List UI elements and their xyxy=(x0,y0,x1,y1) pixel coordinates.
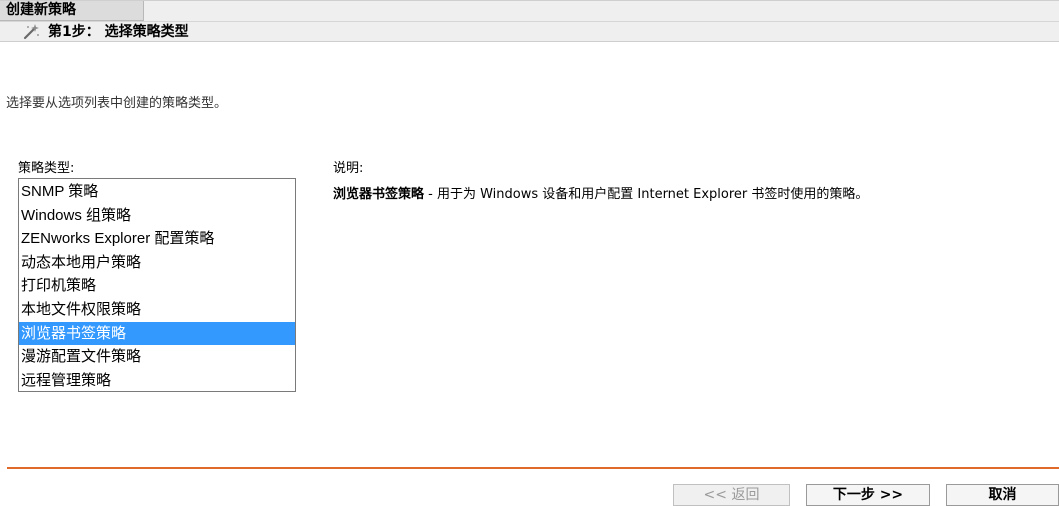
list-item[interactable]: Windows 组策略 xyxy=(19,204,295,228)
wizard-tab: 创建新策略 xyxy=(0,1,144,21)
step-row: 第1步： 选择策略类型 xyxy=(0,21,1059,42)
description-body: - 用于为 Windows 设备和用户配置 Internet Explorer … xyxy=(424,187,869,202)
list-item[interactable]: 远程管理策略 xyxy=(19,369,295,393)
footer-divider xyxy=(7,467,1059,469)
policy-type-listbox[interactable]: SNMP 策略 Windows 组策略 ZENworks Explorer 配置… xyxy=(18,178,296,392)
list-item[interactable]: 打印机策略 xyxy=(19,274,295,298)
next-button[interactable]: 下一步 >> xyxy=(806,484,930,506)
description-text: 浏览器书签策略 - 用于为 Windows 设备和用户配置 Internet E… xyxy=(333,183,1059,207)
wizard-header: 创建新策略 第1步： 选择策略类型 xyxy=(0,0,1059,42)
description-label: 说明: xyxy=(333,161,364,176)
list-item[interactable]: 本地文件权限策略 xyxy=(19,298,295,322)
step-title: 第1步： 选择策略类型 xyxy=(48,24,189,40)
list-item[interactable]: ZENworks Explorer 配置策略 xyxy=(19,227,295,251)
list-item[interactable]: 动态本地用户策略 xyxy=(19,251,295,275)
intro-text: 选择要从选项列表中创建的策略类型。 xyxy=(6,96,228,111)
list-item[interactable]: 漫游配置文件策略 xyxy=(19,345,295,369)
policy-type-label: 策略类型: xyxy=(18,161,75,176)
description-policy-name: 浏览器书签策略 xyxy=(333,187,425,202)
list-item[interactable]: SNMP 策略 xyxy=(19,180,295,204)
wand-icon xyxy=(22,23,40,41)
cancel-button[interactable]: 取消 xyxy=(946,484,1059,506)
back-button[interactable]: << 返回 xyxy=(673,484,790,506)
list-item-selected[interactable]: 浏览器书签策略 xyxy=(19,321,295,346)
